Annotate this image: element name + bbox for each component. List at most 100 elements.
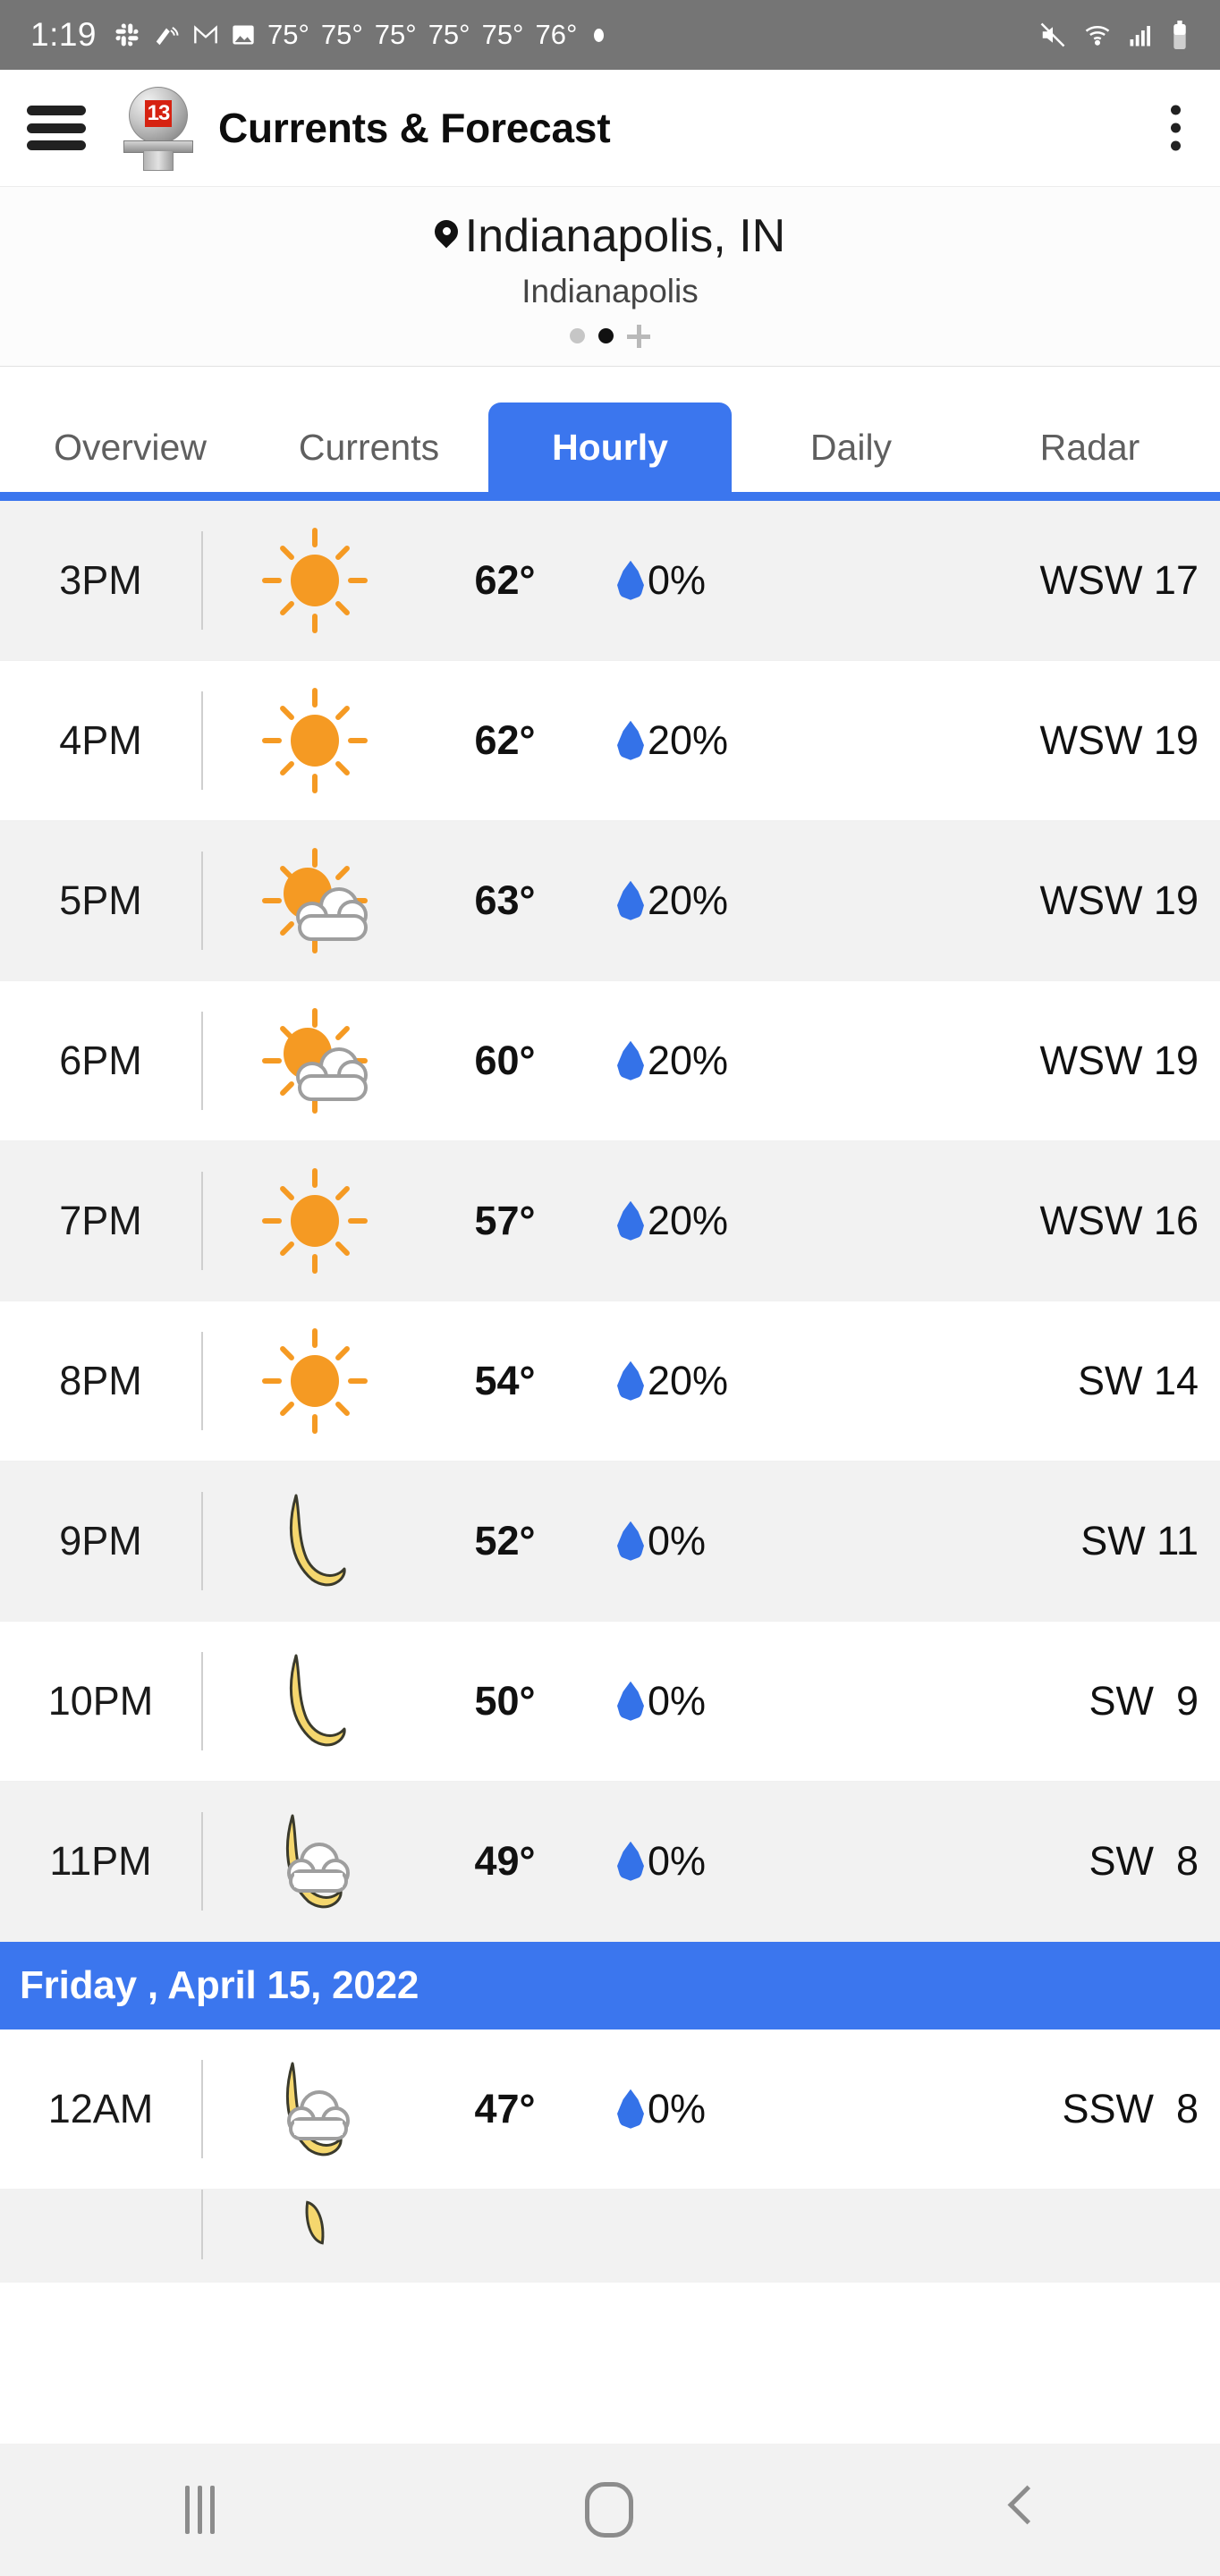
partly-cloudy-day-icon xyxy=(257,843,373,959)
hourly-time: 11PM xyxy=(49,1837,152,1884)
hourly-wind: SSW 8 xyxy=(1062,2085,1199,2131)
hourly-pop-value: 0% xyxy=(648,2085,707,2131)
hourly-forecast-list[interactable]: 3PM 62° 0% WSW 17 4PM 62° 20% WSW 19 5PM… xyxy=(0,500,1220,2444)
battery-icon xyxy=(1170,21,1190,49)
tab-radar[interactable]: Radar xyxy=(970,402,1209,492)
status-temp-1: 75° xyxy=(267,19,309,50)
hourly-row[interactable]: 7PM 57° 20% WSW 16 xyxy=(0,1140,1220,1301)
hourly-row[interactable]: 4PM 62° 20% WSW 19 xyxy=(0,660,1220,821)
pager-dot-2[interactable] xyxy=(598,328,614,344)
water-droplet-icon xyxy=(617,1842,644,1881)
location-subtitle: Indianapolis xyxy=(521,272,699,309)
hourly-pop-value: 20% xyxy=(648,1357,729,1403)
more-notifications-icon xyxy=(594,28,605,42)
hamburger-menu-icon[interactable] xyxy=(27,106,86,150)
sunny-icon xyxy=(257,682,373,799)
hourly-temperature: 50° xyxy=(474,1677,536,1724)
hourly-wind: SW 9 xyxy=(1089,1677,1199,1724)
hourly-row[interactable]: 12AM 47° 0% SSW 8 xyxy=(0,2029,1220,2190)
hourly-time: 7PM xyxy=(59,1197,142,1243)
location-pin-icon xyxy=(435,220,458,254)
date-divider: Friday , April 15, 2022 xyxy=(0,1941,1220,2029)
hourly-wind: WSW 17 xyxy=(1039,556,1199,603)
recent-apps-icon[interactable] xyxy=(185,2486,216,2534)
sunny-icon xyxy=(257,522,373,639)
location-card[interactable]: Indianapolis, IN Indianapolis xyxy=(0,186,1220,367)
tab-currents[interactable]: Currents xyxy=(250,402,488,492)
tab-hourly[interactable]: Hourly xyxy=(488,402,732,492)
hourly-row[interactable]: 11PM 49° 0% SW 8 xyxy=(0,1781,1220,1942)
logo-badge: 13 xyxy=(145,100,172,127)
mute-icon xyxy=(1038,21,1068,48)
hourly-pop-value: 0% xyxy=(648,556,707,603)
hourly-time: 9PM xyxy=(59,1517,142,1563)
status-temp-6: 76° xyxy=(535,19,578,50)
hourly-row-partial[interactable] xyxy=(0,2189,1220,2283)
partly-cloudy-day-icon xyxy=(257,1003,373,1119)
hourly-temperature: 62° xyxy=(474,556,536,603)
location-title-row: Indianapolis, IN xyxy=(0,210,1220,264)
add-location-icon[interactable] xyxy=(627,324,650,348)
hourly-wind: SW 14 xyxy=(1077,1357,1199,1403)
hourly-pop-value: 0% xyxy=(648,1677,707,1724)
hourly-time: 12AM xyxy=(47,2085,154,2131)
clear-night-icon xyxy=(257,1643,373,1759)
hourly-precipitation: 20% xyxy=(583,877,825,924)
hourly-precipitation: 20% xyxy=(583,717,825,764)
hourly-condition-icon xyxy=(203,1483,427,1599)
photo-icon xyxy=(231,22,256,47)
clear-night-icon xyxy=(257,1483,373,1599)
home-icon[interactable] xyxy=(585,2482,634,2538)
hourly-condition-icon xyxy=(203,522,427,639)
hourly-time: 8PM xyxy=(59,1357,142,1403)
hourly-row[interactable]: 5PM 63° 20% WSW 19 xyxy=(0,820,1220,981)
hourly-wind: SW 11 xyxy=(1080,1517,1199,1563)
hourly-time: 5PM xyxy=(59,877,142,923)
hourly-precipitation: 20% xyxy=(583,1198,825,1244)
back-icon[interactable] xyxy=(1004,2487,1035,2532)
water-droplet-icon xyxy=(617,1041,644,1080)
location-pager[interactable] xyxy=(0,324,1220,348)
hourly-precipitation: 0% xyxy=(583,2086,825,2132)
tab-daily[interactable]: Daily xyxy=(732,402,970,492)
hourly-wind: WSW 19 xyxy=(1039,877,1199,923)
water-droplet-icon xyxy=(617,881,644,920)
partly-cloudy-night-icon xyxy=(257,2051,373,2167)
status-temp-5: 75° xyxy=(481,19,524,50)
hourly-temperature: 49° xyxy=(474,1837,536,1884)
tab-overview[interactable]: Overview xyxy=(11,402,250,492)
hourly-temperature: 54° xyxy=(474,1357,536,1403)
signal-icon xyxy=(1127,21,1156,48)
status-bar-left: 1:19 75° 75° 75° 75° 75° 76° xyxy=(30,16,1038,54)
hourly-precipitation: 0% xyxy=(583,557,825,604)
app-screen: 1:19 75° 75° 75° 75° 75° 76° 13 Currents… xyxy=(0,0,1220,2576)
status-clock: 1:19 xyxy=(30,16,97,53)
sunny-icon xyxy=(257,1323,373,1439)
page-title: Currents & Forecast xyxy=(218,105,611,151)
hourly-pop-value: 0% xyxy=(648,1837,707,1884)
hourly-pop-value: 20% xyxy=(648,1197,729,1243)
water-droplet-icon xyxy=(617,2089,644,2129)
hourly-condition-icon xyxy=(203,1003,427,1119)
hourly-temperature: 60° xyxy=(474,1037,536,1083)
hourly-temperature: 62° xyxy=(474,716,536,763)
hourly-precipitation: 0% xyxy=(583,1518,825,1564)
hourly-condition-icon xyxy=(203,1643,427,1759)
hourly-temperature: 57° xyxy=(474,1197,536,1243)
water-droplet-icon xyxy=(617,561,644,600)
status-bar: 1:19 75° 75° 75° 75° 75° 76° xyxy=(0,0,1220,70)
tab-underline xyxy=(0,491,1220,501)
hourly-row[interactable]: 6PM 60° 20% WSW 19 xyxy=(0,980,1220,1141)
water-droplet-icon xyxy=(617,1682,644,1721)
kebab-menu-icon[interactable] xyxy=(1171,105,1181,151)
hourly-row[interactable]: 3PM 62° 0% WSW 17 xyxy=(0,500,1220,661)
partly-cloudy-night-icon xyxy=(257,1803,373,1919)
hourly-wind: WSW 19 xyxy=(1039,1037,1199,1083)
hourly-condition-icon xyxy=(203,1323,427,1439)
hourly-row[interactable]: 8PM 54° 20% SW 14 xyxy=(0,1301,1220,1462)
hourly-row[interactable]: 9PM 52° 0% SW 11 xyxy=(0,1461,1220,1622)
app-bar: 13 Currents & Forecast xyxy=(0,70,1220,186)
hourly-row[interactable]: 10PM 50° 0% SW 9 xyxy=(0,1621,1220,1782)
pager-dot-1[interactable] xyxy=(570,328,585,344)
water-droplet-icon xyxy=(617,1361,644,1401)
